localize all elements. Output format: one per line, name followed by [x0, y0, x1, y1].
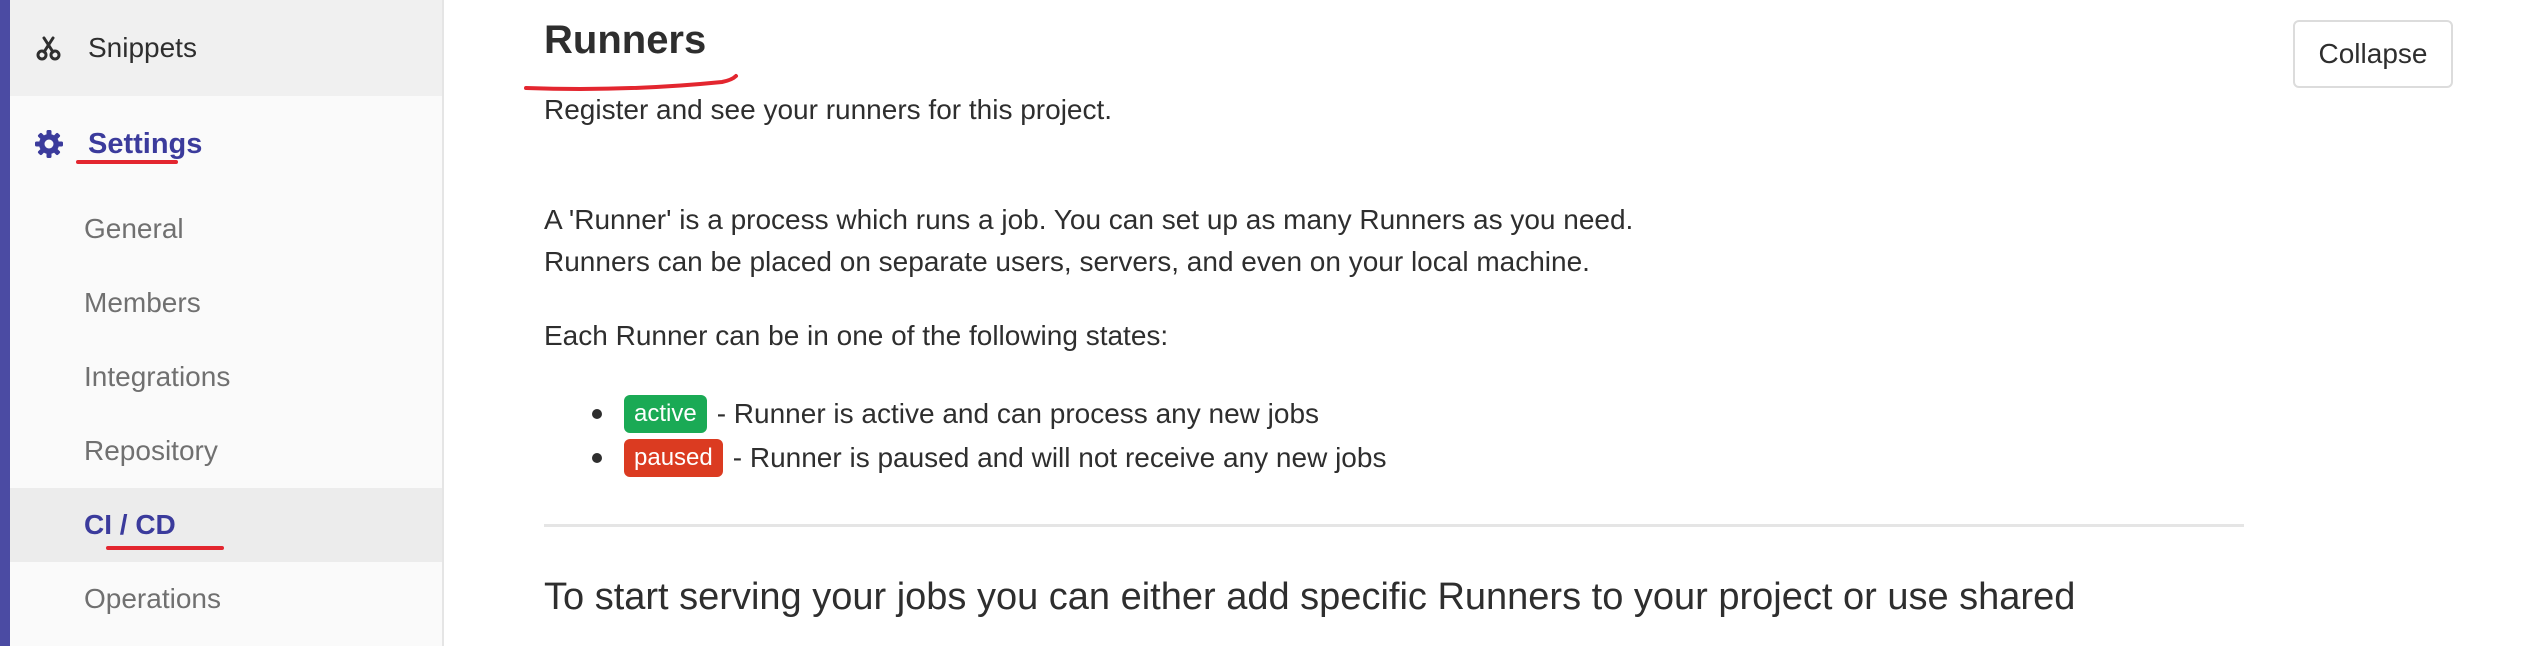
main-content: Runners Collapse Register and see your r…	[444, 0, 2528, 646]
section-subtitle: Register and see your runners for this p…	[544, 94, 1113, 125]
sidebar-subitem-ci-cd[interactable]: CI / CD	[10, 488, 442, 562]
sidebar-subitem-label: Members	[84, 287, 201, 318]
window-edge	[0, 0, 10, 646]
sidebar-subitem-operations[interactable]: Operations	[10, 562, 442, 636]
sidebar-subitem-general[interactable]: General	[10, 192, 442, 266]
sidebar-subitem-label: Repository	[84, 435, 218, 466]
gear-icon	[34, 129, 64, 159]
collapse-button[interactable]: Collapse	[2293, 20, 2453, 88]
bullet	[592, 409, 602, 419]
status-badge-active: active	[624, 395, 707, 433]
sidebar-subitem-repository[interactable]: Repository	[10, 414, 442, 488]
sidebar-subitem-members[interactable]: Members	[10, 266, 442, 340]
sidebar-item-settings[interactable]: Settings	[10, 96, 442, 192]
sidebar: Snippets Settings General Members Integr…	[10, 0, 444, 646]
state-item-active: active - Runner is active and can proces…	[544, 392, 1386, 436]
sidebar-item-snippets[interactable]: Snippets	[10, 0, 442, 96]
sidebar-subitem-label: Integrations	[84, 361, 231, 392]
states-intro: Each Runner can be in one of the followi…	[544, 320, 1169, 351]
runner-description-line2: Runners can be placed on separate users,…	[544, 246, 1590, 277]
divider	[544, 524, 2244, 527]
state-description: - Runner is active and can process any n…	[716, 398, 1320, 429]
sidebar-subitem-label: CI / CD	[84, 509, 176, 540]
annotation-underline-title	[524, 74, 738, 91]
sidebar-subitem-label: Operations	[84, 583, 221, 614]
runner-description-line1: A 'Runner' is a process which runs a job…	[544, 204, 1634, 235]
bullet	[592, 453, 602, 463]
states-list: active - Runner is active and can proces…	[544, 392, 1386, 480]
annotation-underline-ci-cd	[106, 546, 224, 550]
state-description: - Runner is paused and will not receive …	[732, 442, 1387, 473]
page: Snippets Settings General Members Integr…	[0, 0, 2528, 646]
sidebar-subitem-integrations[interactable]: Integrations	[10, 340, 442, 414]
scissors-icon	[34, 33, 64, 63]
section-title: Runners	[544, 18, 707, 62]
sidebar-item-label: Snippets	[88, 32, 197, 63]
annotation-underline-settings	[76, 160, 178, 164]
sidebar-subitem-label: General	[84, 213, 184, 244]
state-item-paused: paused - Runner is paused and will not r…	[544, 436, 1386, 480]
shared-runners-intro: To start serving your jobs you can eithe…	[544, 576, 2076, 618]
status-badge-paused: paused	[624, 439, 723, 477]
sidebar-item-label: Settings	[88, 127, 203, 160]
